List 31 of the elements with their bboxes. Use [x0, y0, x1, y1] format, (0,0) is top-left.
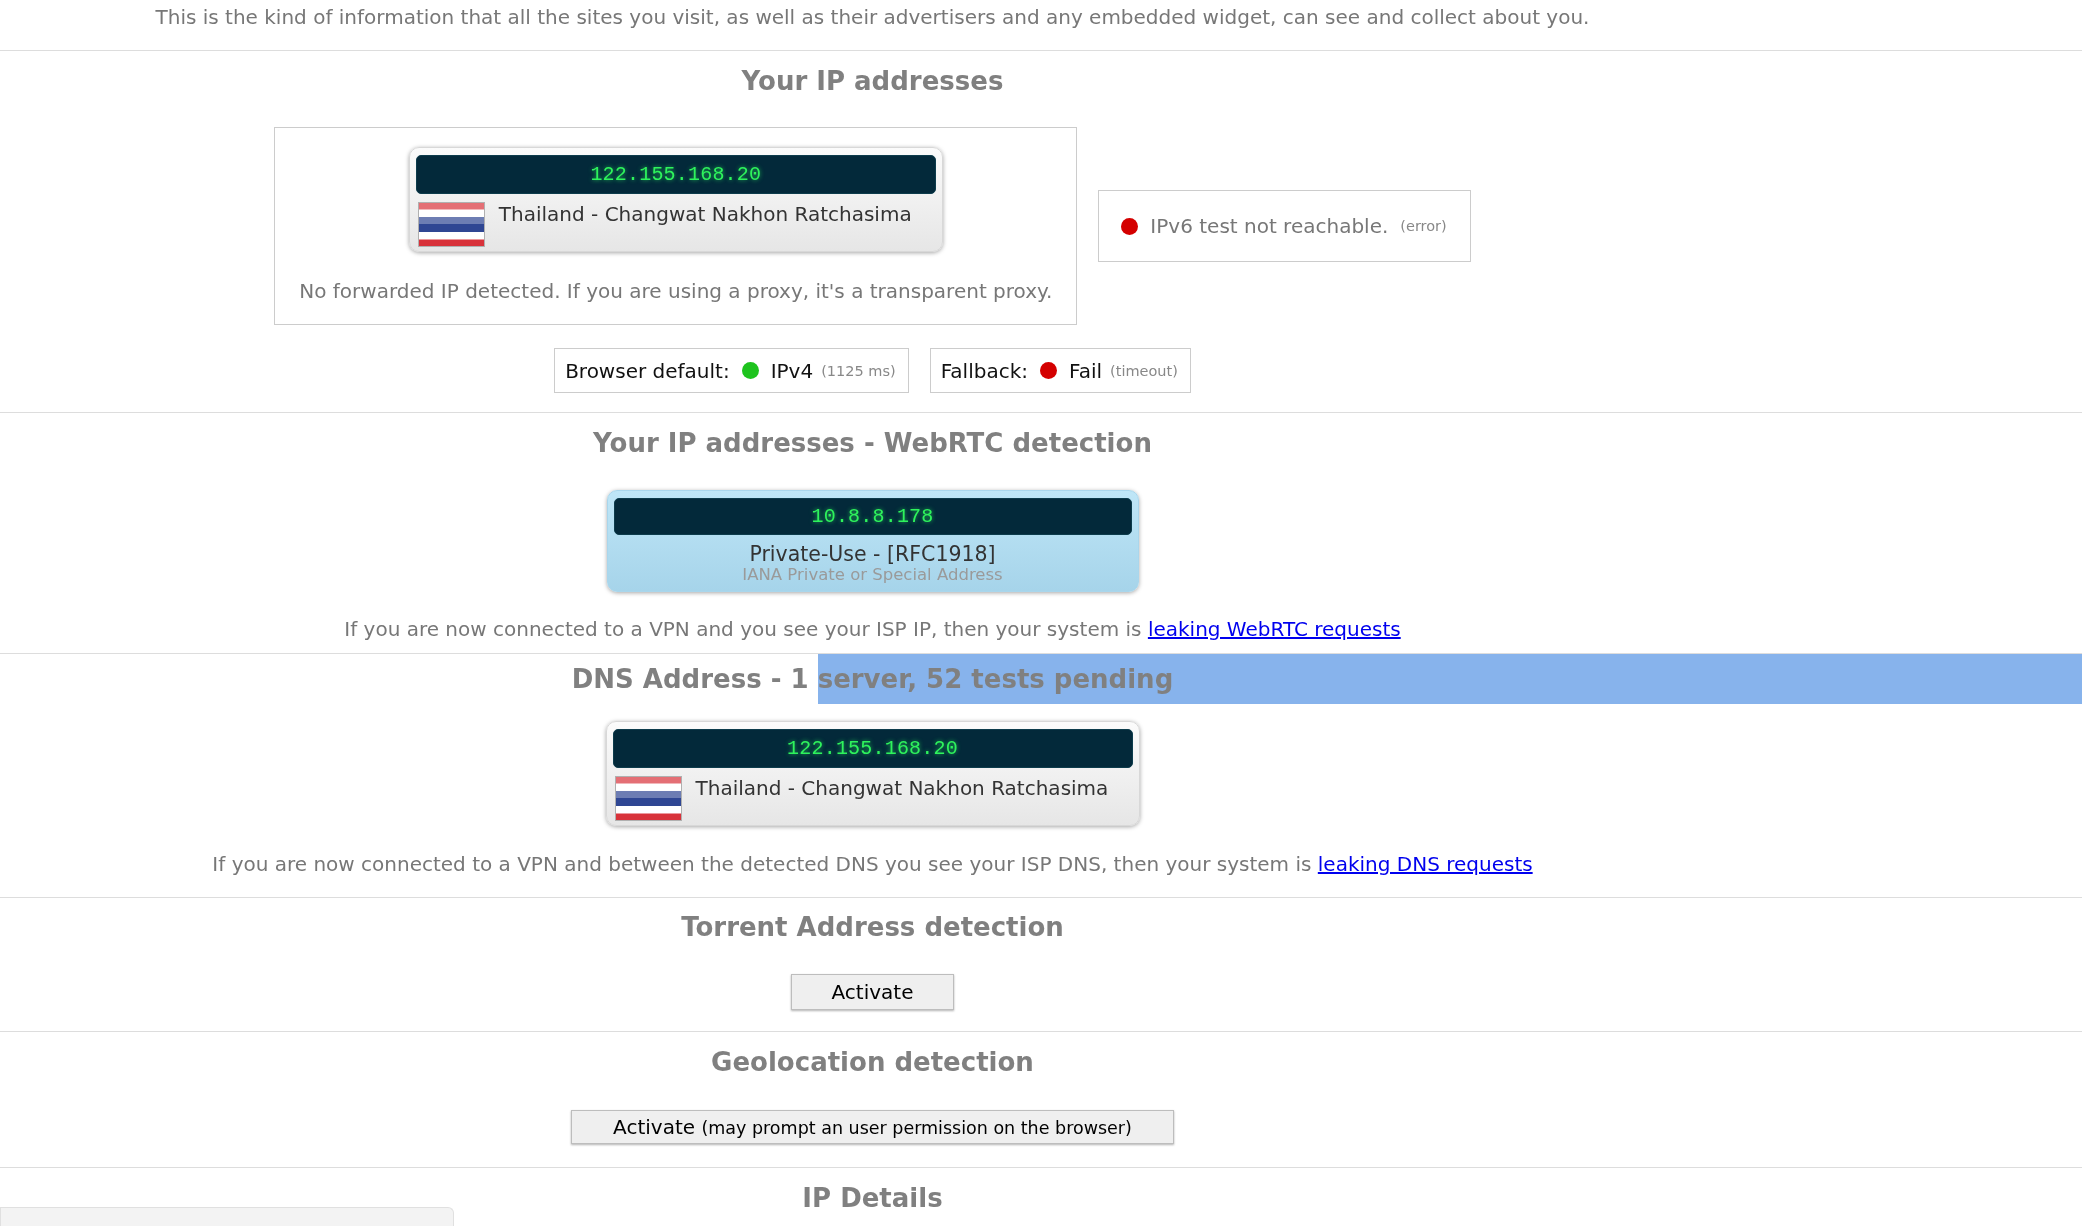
check-result: Fail	[1069, 358, 1103, 383]
address-range-name: Private-Use - [RFC1918]	[749, 543, 996, 566]
leak-info-link[interactable]: leaking WebRTC requests	[1147, 617, 1401, 641]
section-heading: Torrent Address detection	[681, 911, 1064, 944]
check-detail: (1125 ms)	[821, 362, 896, 379]
flag-icon	[417, 202, 485, 247]
ipv6-status-text: IPv6 test not reachable.	[1150, 214, 1389, 238]
status-detail: (error)	[1400, 218, 1447, 234]
ip-address-display: 122.155.168.20	[612, 729, 1133, 768]
activate-button[interactable]: Activate	[790, 974, 955, 1010]
ip-address-display: 122.155.168.20	[415, 155, 936, 194]
ip-address-display: 10.8.8.178	[613, 498, 1132, 535]
section-heading: Geolocation detection	[711, 1046, 1034, 1079]
proxy-note: No forwarded IP detected. If you are using a proxy, it's a transparent proxy.	[299, 279, 1053, 303]
section-heading: Your IP addresses	[741, 65, 1004, 98]
check-label: Fallback:	[940, 358, 1028, 383]
flag-icon	[614, 776, 682, 821]
location-text: Thailand - Changwat Nakhon Ratchasima	[695, 776, 1109, 800]
address-range-description: IANA Private or Special Address	[742, 566, 1003, 584]
leak-warning-text: If you are now connected to a VPN and between the detected DNS you see your ISP DNS, then your system is leaking DNS requests	[212, 852, 1533, 876]
section-heading: IP Details	[802, 1182, 943, 1215]
section-heading: DNS Address - 1 server, 52 tests pending	[571, 654, 1174, 704]
activate-button[interactable]: Activate (may prompt an user permission on the browser)	[571, 1110, 1174, 1144]
check-label: Browser default:	[565, 358, 730, 383]
leak-warning-text: If you are now connected to a VPN and you see your ISP IP, then your system is leaking WebRTC requests	[344, 617, 1401, 641]
leak-info-link[interactable]: leaking DNS requests	[1317, 852, 1533, 876]
check-result: IPv4	[770, 358, 814, 383]
intro-text: This is the kind of information that all the sites you visit, as well as their advertisers and any embedded widget, can see and collect about you.	[155, 5, 1590, 29]
section-heading: Your IP addresses - WebRTC detection	[593, 427, 1152, 460]
check-detail: (timeout)	[1110, 362, 1178, 379]
location-text: Thailand - Changwat Nakhon Ratchasima	[498, 202, 912, 226]
